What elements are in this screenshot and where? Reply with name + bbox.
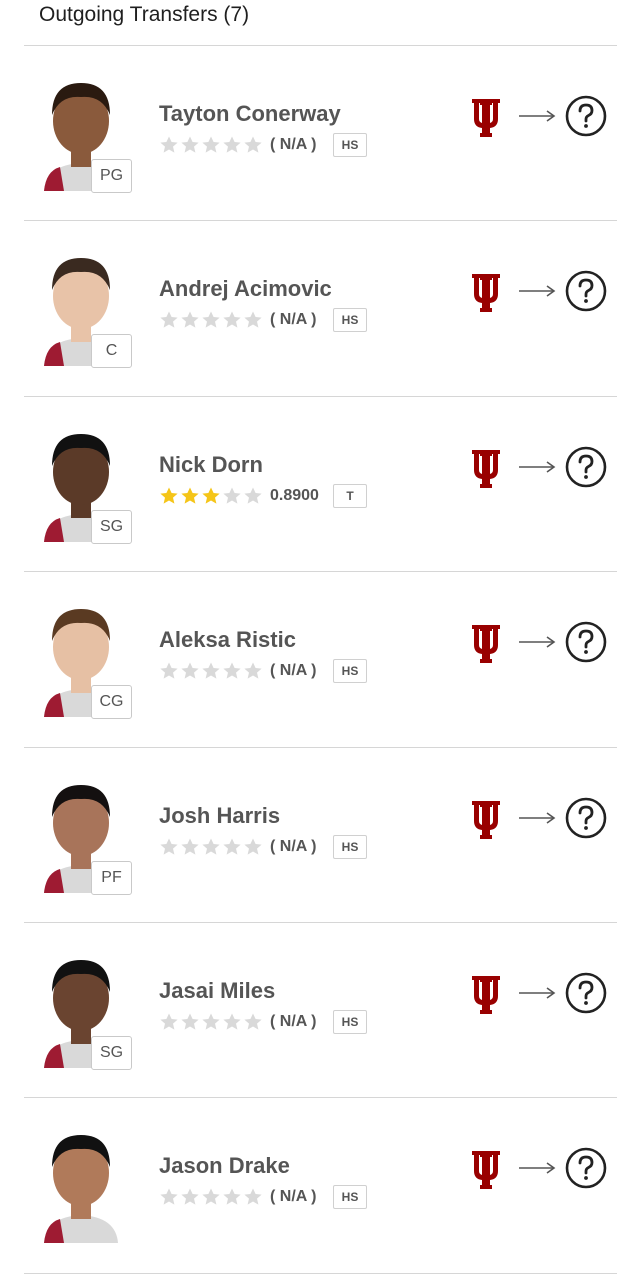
- transfer-row[interactable]: PG Tayton Conerway ( N/A ) HS: [24, 45, 617, 220]
- star-empty-icon: [181, 662, 199, 679]
- question-mark-icon[interactable]: [565, 1147, 607, 1189]
- right-arrow-icon: [518, 986, 556, 1000]
- transfer-row[interactable]: SG Nick Dorn 0.8900 T: [24, 396, 617, 571]
- right-arrow-icon: [518, 109, 556, 123]
- rating-value: ( N/A ): [270, 837, 317, 855]
- player-name[interactable]: Nick Dorn: [159, 452, 263, 478]
- transfer-row[interactable]: CG Aleksa Ristic ( N/A ) HS: [24, 571, 617, 746]
- star-empty-icon: [202, 311, 220, 328]
- transfer-row[interactable]: Jason Drake ( N/A ) HS: [24, 1097, 617, 1272]
- rating-value: 0.8900: [270, 486, 319, 504]
- star-rating: [159, 486, 263, 506]
- player-name[interactable]: Josh Harris: [159, 803, 280, 829]
- star-empty-icon: [223, 487, 241, 504]
- star-rating: [159, 135, 263, 155]
- transfer-row[interactable]: C Andrej Acimovic ( N/A ) HS: [24, 220, 617, 395]
- star-empty-icon: [244, 136, 262, 153]
- transfer-row[interactable]: SG Jasai Miles ( N/A ) HS: [24, 922, 617, 1097]
- player-photo: [30, 1125, 132, 1244]
- star-filled-icon: [160, 487, 178, 504]
- star-empty-icon: [160, 311, 178, 328]
- rating-source-tag: HS: [333, 133, 367, 157]
- section-title: Outgoing Transfers (7): [39, 3, 250, 26]
- position-badge: PG: [91, 159, 132, 193]
- rating-source-tag: HS: [333, 1185, 367, 1210]
- star-empty-icon: [223, 838, 241, 855]
- star-empty-icon: [202, 1013, 220, 1030]
- star-empty-icon: [244, 838, 262, 855]
- star-empty-icon: [160, 838, 178, 855]
- star-empty-icon: [160, 136, 178, 153]
- star-empty-icon: [223, 1188, 241, 1205]
- rating-value: ( N/A ): [270, 136, 317, 153]
- rating-value: ( N/A ): [270, 311, 317, 329]
- indiana-logo-icon[interactable]: [470, 974, 502, 1016]
- star-empty-icon: [202, 136, 220, 153]
- question-mark-icon[interactable]: [565, 446, 607, 488]
- rating-source-tag: T: [333, 483, 367, 508]
- star-empty-icon: [181, 1013, 199, 1030]
- player-name[interactable]: Jasai Miles: [159, 978, 275, 1004]
- star-empty-icon: [244, 487, 262, 504]
- rating-source-tag: HS: [333, 308, 367, 333]
- right-arrow-icon: [518, 635, 556, 649]
- star-empty-icon: [202, 662, 220, 679]
- indiana-logo-icon[interactable]: [470, 799, 502, 841]
- position-badge: C: [91, 334, 132, 369]
- position-badge: SG: [91, 509, 132, 544]
- question-mark-icon[interactable]: [565, 797, 607, 839]
- player-name[interactable]: Andrej Acimovic: [159, 276, 332, 302]
- star-empty-icon: [223, 662, 241, 679]
- position-badge: CG: [91, 685, 132, 720]
- star-rating: [159, 310, 263, 330]
- indiana-logo-icon[interactable]: [470, 1149, 502, 1191]
- right-arrow-icon: [518, 460, 556, 474]
- star-rating: [159, 661, 263, 681]
- rating-value: ( N/A ): [270, 662, 317, 680]
- star-empty-icon: [223, 1013, 241, 1030]
- star-rating: [159, 1012, 263, 1032]
- star-empty-icon: [244, 662, 262, 679]
- right-arrow-icon: [518, 811, 556, 825]
- star-empty-icon: [223, 136, 241, 153]
- indiana-logo-icon[interactable]: [470, 97, 502, 139]
- indiana-logo-icon[interactable]: [470, 623, 502, 665]
- star-empty-icon: [244, 311, 262, 328]
- star-rating: [159, 1187, 263, 1207]
- rating-value: ( N/A ): [270, 1188, 317, 1206]
- star-empty-icon: [223, 311, 241, 328]
- star-empty-icon: [160, 1188, 178, 1205]
- rating-source-tag: HS: [333, 1010, 367, 1034]
- star-empty-icon: [160, 1013, 178, 1030]
- star-empty-icon: [244, 1013, 262, 1030]
- star-rating: [159, 837, 263, 857]
- rating-source-tag: HS: [333, 834, 367, 859]
- star-filled-icon: [202, 487, 220, 504]
- right-arrow-icon: [518, 284, 556, 298]
- star-empty-icon: [181, 838, 199, 855]
- position-badge: PF: [91, 860, 132, 895]
- star-filled-icon: [181, 487, 199, 504]
- question-mark-icon[interactable]: [565, 972, 607, 1014]
- transfer-row[interactable]: PF Josh Harris ( N/A ) HS: [24, 747, 617, 922]
- rating-value: ( N/A ): [270, 1013, 317, 1030]
- player-name[interactable]: Aleksa Ristic: [159, 627, 296, 653]
- star-empty-icon: [202, 838, 220, 855]
- star-empty-icon: [202, 1188, 220, 1205]
- star-empty-icon: [181, 1188, 199, 1205]
- right-arrow-icon: [518, 1161, 556, 1175]
- question-mark-icon[interactable]: [565, 270, 607, 312]
- indiana-logo-icon[interactable]: [470, 448, 502, 490]
- star-empty-icon: [181, 311, 199, 328]
- star-empty-icon: [244, 1188, 262, 1205]
- player-name[interactable]: Tayton Conerway: [159, 101, 341, 127]
- star-empty-icon: [160, 662, 178, 679]
- player-name[interactable]: Jason Drake: [159, 1153, 290, 1179]
- indiana-logo-icon[interactable]: [470, 272, 502, 314]
- rating-source-tag: HS: [333, 659, 367, 684]
- star-empty-icon: [181, 136, 199, 153]
- position-badge: SG: [91, 1036, 132, 1070]
- question-mark-icon[interactable]: [565, 95, 607, 137]
- question-mark-icon[interactable]: [565, 621, 607, 663]
